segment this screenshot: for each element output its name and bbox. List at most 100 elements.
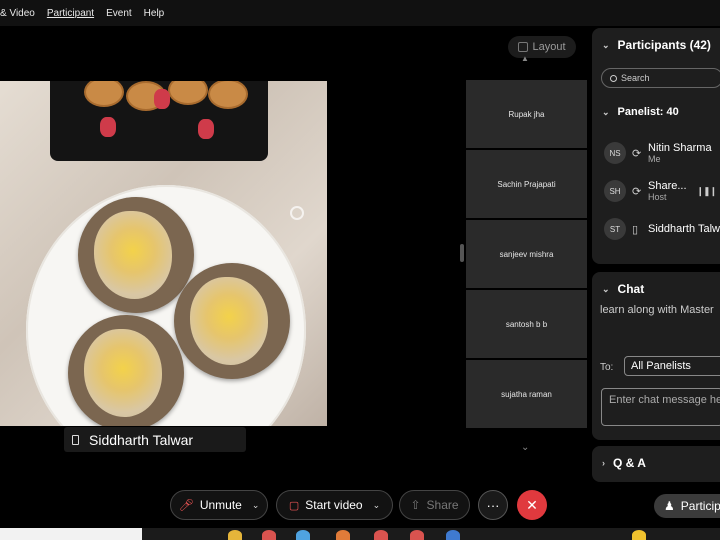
app-icon[interactable] bbox=[336, 530, 350, 540]
menu-event[interactable]: Event bbox=[106, 8, 132, 19]
chat-recipient-select[interactable]: All Panelists bbox=[624, 356, 720, 376]
share-label: Share bbox=[426, 498, 459, 512]
app-icon[interactable] bbox=[374, 530, 388, 540]
video-tile[interactable]: Rupak jha bbox=[466, 80, 587, 148]
weather-icon[interactable] bbox=[632, 530, 646, 540]
cookie bbox=[84, 81, 124, 107]
pudding bbox=[190, 277, 268, 365]
list-item[interactable]: ST ▯ Siddharth Talw bbox=[604, 210, 720, 248]
pudding-bowl bbox=[78, 197, 194, 313]
layout-label: Layout bbox=[532, 41, 566, 53]
chevron-right-icon: › bbox=[602, 458, 605, 468]
qa-header[interactable]: › Q & A bbox=[602, 456, 646, 470]
video-tile[interactable]: Sachin Prajapati bbox=[466, 150, 587, 218]
search-icon bbox=[610, 74, 617, 82]
taskbar-search[interactable] bbox=[0, 528, 142, 540]
video-stage: Layout ▲ Siddharth Talwar Rupak jha Sach… bbox=[0, 26, 590, 482]
chevron-down-icon: ⌄ bbox=[602, 39, 610, 50]
chevron-up-icon[interactable]: ▲ bbox=[521, 54, 529, 63]
start-video-button[interactable]: ▢ Start video ⌄ bbox=[276, 490, 393, 520]
chat-message-input[interactable]: Enter chat message he bbox=[601, 388, 720, 426]
phone-icon: ▯ bbox=[632, 223, 639, 236]
folder-icon[interactable] bbox=[228, 530, 242, 540]
strawberry bbox=[100, 117, 116, 137]
participant-role: Host bbox=[648, 191, 667, 202]
menu-participant[interactable]: Participant bbox=[47, 8, 94, 19]
participant-name: Siddharth Talw bbox=[648, 223, 720, 235]
cookie bbox=[208, 81, 248, 109]
participants-header[interactable]: ⌄ Participants (42) bbox=[602, 38, 711, 52]
video-tile[interactable]: sanjeev mishra bbox=[466, 220, 587, 288]
list-item[interactable]: NS ⟳ Nitin Sharma Me bbox=[604, 134, 720, 172]
browser-icon[interactable] bbox=[296, 530, 310, 540]
avatar: ST bbox=[604, 218, 626, 240]
participant-tiles: Rupak jha Sachin Prajapati sanjeev mishr… bbox=[466, 80, 587, 430]
chat-message: learn along with Master bbox=[600, 304, 714, 316]
tile-name: Rupak jha bbox=[508, 109, 545, 119]
participants-button-label: Particip bbox=[680, 499, 720, 513]
pudding-bowl bbox=[174, 263, 290, 379]
chevron-down-icon[interactable]: ⌄ bbox=[373, 500, 381, 511]
more-options-button[interactable]: ··· bbox=[478, 490, 508, 520]
share-button[interactable]: ⇧ Share bbox=[399, 490, 470, 520]
pudding bbox=[94, 211, 172, 299]
active-speaker-video[interactable] bbox=[0, 81, 327, 426]
share-icon: ⇧ bbox=[410, 498, 421, 512]
layout-grid-icon bbox=[518, 42, 529, 52]
os-taskbar bbox=[0, 528, 720, 540]
sync-icon: ⟳ bbox=[632, 147, 642, 160]
resize-handle[interactable] bbox=[460, 244, 464, 262]
participant-name: Nitin Sharma bbox=[648, 141, 712, 154]
app-icon[interactable] bbox=[262, 530, 276, 540]
qa-title: Q & A bbox=[613, 456, 646, 470]
unmute-label: Unmute bbox=[199, 498, 242, 512]
menu-bar: & Video Participant Event Help bbox=[0, 0, 720, 26]
qa-card: › Q & A bbox=[592, 446, 720, 482]
strawberry bbox=[154, 89, 170, 109]
participants-card: ⌄ Participants (42) Search ⌄ Panelist: 4… bbox=[592, 28, 720, 264]
microphone-muted-icon: 🎤︎ bbox=[178, 498, 194, 512]
video-tile[interactable]: sujatha raman bbox=[466, 360, 587, 428]
panelist-list: NS ⟳ Nitin Sharma Me SH ⟳ Share... Host … bbox=[604, 134, 720, 248]
avatar: SH bbox=[604, 180, 626, 202]
meeting-toolbar: 🎤︎ Unmute ⌄ ▢ Start video ⌄ ⇧ Share ··· … bbox=[0, 482, 720, 528]
start-video-label: Start video bbox=[305, 498, 363, 512]
unmute-button[interactable]: 🎤︎ Unmute ⌄ bbox=[170, 490, 268, 520]
participant-name: Share... bbox=[648, 179, 687, 192]
webex-icon[interactable] bbox=[446, 530, 460, 540]
participants-title: Participants (42) bbox=[617, 38, 711, 52]
tile-name: santosh b b bbox=[505, 319, 548, 329]
tile-name: sanjeev mishra bbox=[499, 249, 554, 259]
menu-audio-video[interactable]: & Video bbox=[0, 8, 35, 19]
chat-header[interactable]: ⌄ Chat bbox=[602, 282, 644, 296]
device-phone-icon bbox=[72, 434, 79, 445]
cookie bbox=[168, 81, 208, 105]
speaker-name: Siddharth Talwar bbox=[89, 431, 194, 448]
cookie-tray bbox=[50, 81, 268, 161]
panelist-count: Panelist: 40 bbox=[617, 106, 679, 118]
strawberry bbox=[198, 119, 214, 139]
tile-name: Sachin Prajapati bbox=[497, 179, 556, 189]
video-tile[interactable]: santosh b b bbox=[466, 290, 587, 358]
app-icon[interactable] bbox=[410, 530, 424, 540]
leave-meeting-button[interactable]: ✕ bbox=[517, 490, 547, 520]
participant-search-input[interactable]: Search bbox=[601, 68, 720, 88]
chat-title: Chat bbox=[617, 282, 645, 296]
search-placeholder: Search bbox=[621, 73, 650, 83]
chevron-down-icon: ⌄ bbox=[602, 283, 610, 294]
side-panel: ⌄ Participants (42) Search ⌄ Panelist: 4… bbox=[590, 26, 720, 482]
list-item[interactable]: SH ⟳ Share... Host ❙❚❙ bbox=[604, 172, 720, 210]
avatar: NS bbox=[604, 142, 626, 164]
chat-card: ⌄ Chat learn along with Master To: All P… bbox=[592, 272, 720, 440]
chevron-down-icon[interactable]: ⌄ bbox=[252, 500, 260, 511]
participants-button[interactable]: ♟ Particip bbox=[654, 494, 720, 518]
chevron-down-icon[interactable]: ⌄ bbox=[521, 442, 529, 453]
camera-off-icon: ▢ bbox=[288, 499, 300, 512]
close-icon: ✕ bbox=[526, 496, 538, 513]
layout-button[interactable]: Layout bbox=[508, 36, 576, 58]
pudding bbox=[84, 329, 162, 417]
audio-level-icon: ❙❚❙ bbox=[696, 185, 718, 196]
menu-help[interactable]: Help bbox=[144, 8, 165, 19]
pudding-bowl bbox=[68, 315, 184, 426]
panelist-header[interactable]: ⌄ Panelist: 40 bbox=[602, 106, 679, 118]
